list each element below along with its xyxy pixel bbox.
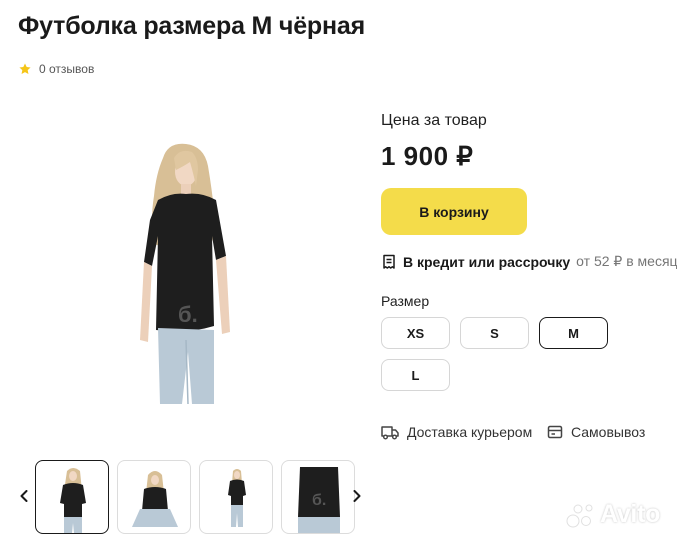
credit-link[interactable]: В кредит или рассрочку <box>403 254 570 270</box>
gallery-thumbnail-1[interactable] <box>35 460 109 534</box>
size-option-xs[interactable]: XS <box>381 317 450 349</box>
credit-icon <box>383 254 395 269</box>
avito-watermark: Avito <box>566 500 660 529</box>
product-main-image[interactable]: б. <box>128 140 238 404</box>
thumbnail-image <box>228 469 246 527</box>
print-mark: б. <box>178 302 198 327</box>
gallery-thumbnail-2[interactable] <box>117 460 191 534</box>
gallery-prev-button[interactable] <box>17 486 31 506</box>
delivery-pickup-label: Самовывоз <box>571 424 646 440</box>
product-title: Футболка размера M чёрная <box>18 12 365 40</box>
size-option-s[interactable]: S <box>460 317 529 349</box>
star-icon <box>19 63 31 75</box>
thumbnail-image: б. <box>298 467 340 533</box>
delivery-courier-label: Доставка курьером <box>407 424 533 440</box>
size-option-l[interactable]: L <box>381 359 450 391</box>
chevron-left-icon <box>20 490 28 502</box>
size-label: Размер <box>381 293 430 309</box>
gallery-next-button[interactable] <box>350 486 364 506</box>
add-to-cart-button[interactable]: В корзину <box>381 188 527 235</box>
avito-logo-icon <box>566 504 593 527</box>
delivery-pickup[interactable]: Самовывоз <box>547 424 645 440</box>
credit-row[interactable]: В кредит или рассрочку от 52 ₽ в месяц <box>381 253 677 270</box>
rating-row[interactable]: 0 отзывов <box>18 62 94 76</box>
price-value: 1 900 ₽ <box>381 141 474 171</box>
credit-detail: от 52 ₽ в месяц <box>576 253 677 269</box>
thumbnail-print-mark: б. <box>312 492 326 509</box>
thumbnail-image <box>132 471 178 527</box>
size-option-m[interactable]: M <box>539 317 608 349</box>
thumbnail-image <box>60 468 86 533</box>
pickup-icon <box>547 425 563 439</box>
gallery-thumbnail-4[interactable]: б. <box>281 460 355 534</box>
avito-watermark-text: Avito <box>600 500 661 528</box>
price-label: Цена за товар <box>381 112 487 129</box>
truck-icon <box>381 426 399 440</box>
chevron-right-icon <box>353 490 361 502</box>
gallery-thumbnail-3[interactable] <box>199 460 273 534</box>
reviews-count[interactable]: 0 отзывов <box>39 62 94 76</box>
delivery-courier[interactable]: Доставка курьером <box>381 424 532 440</box>
